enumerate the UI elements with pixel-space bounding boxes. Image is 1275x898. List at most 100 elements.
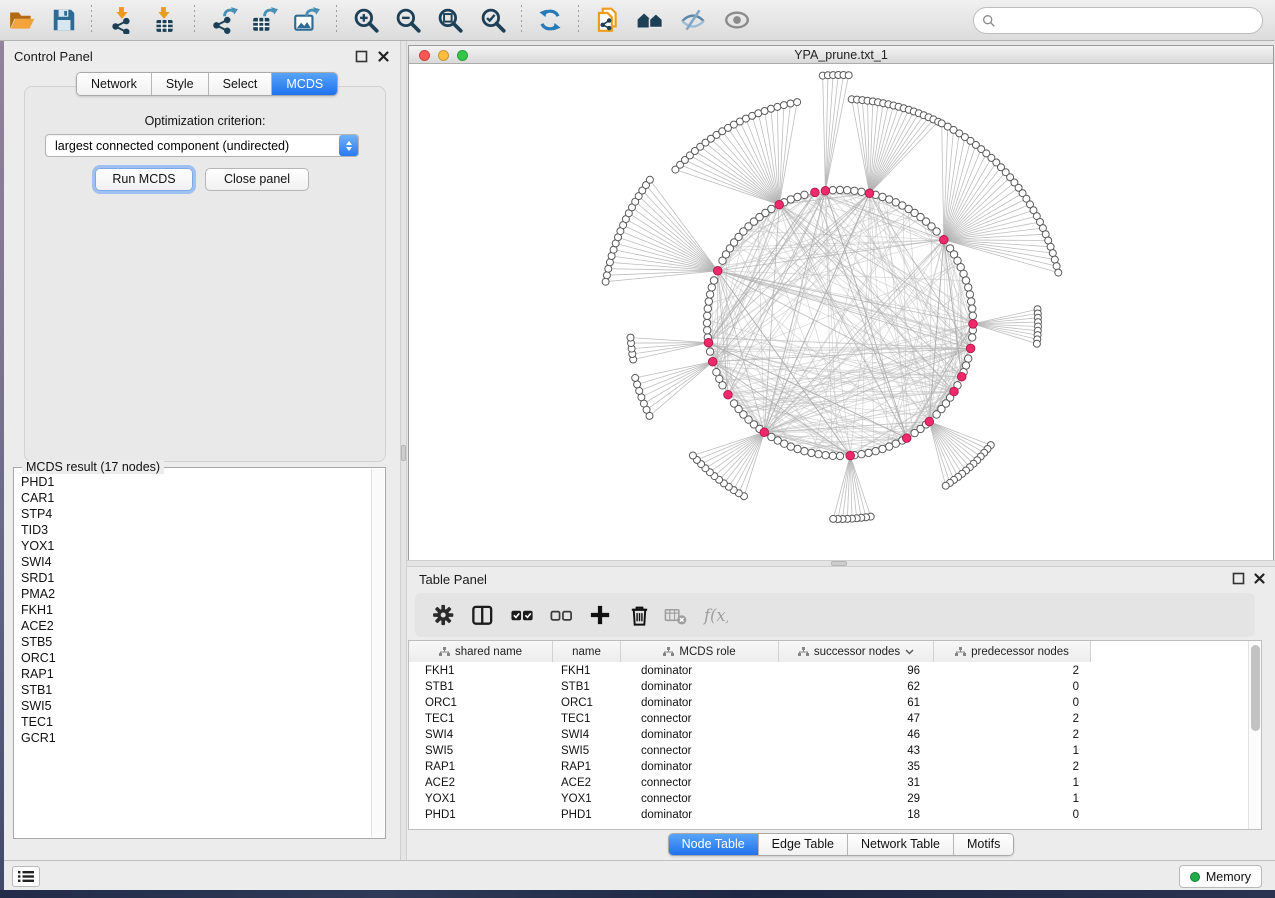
- svg-text:f(x): f(x): [703, 606, 728, 625]
- mcds-result-item[interactable]: SWI4: [21, 554, 371, 570]
- float-panel-icon[interactable]: [1232, 572, 1245, 585]
- deselect-all-rows-icon[interactable]: [549, 603, 574, 628]
- mcds-result-item[interactable]: SRD1: [21, 570, 371, 586]
- table-cell: 31: [779, 775, 934, 791]
- network-window: YPA_prune.txt_1: [408, 45, 1274, 560]
- table-cell: 0: [934, 695, 1091, 711]
- column-header-MCDS-role[interactable]: MCDS role: [621, 641, 779, 662]
- table-row[interactable]: ORC1ORC1dominator610: [409, 695, 1248, 711]
- mcds-result-list[interactable]: PHD1CAR1STP4TID3YOX1SWI4SRD1PMA2FKH1ACE2…: [15, 474, 371, 837]
- tab-motifs[interactable]: Motifs: [954, 834, 1013, 855]
- table-cell: RAP1: [553, 759, 621, 775]
- toolbar-separator: [336, 5, 337, 35]
- desktop-edge-bottom: [0, 890, 1275, 898]
- mcds-result-scrollbar[interactable]: [371, 469, 384, 837]
- table-row[interactable]: FKH1FKH1dominator962: [409, 663, 1248, 679]
- mcds-result-box: MCDS result (17 nodes) PHD1CAR1STP4TID3Y…: [13, 467, 386, 839]
- table-scrollbar[interactable]: [1248, 641, 1261, 829]
- table-row[interactable]: SWI5SWI5connector431: [409, 743, 1248, 759]
- split-grip[interactable]: [831, 561, 847, 566]
- table-row[interactable]: RAP1RAP1dominator352: [409, 759, 1248, 775]
- column-header-shared-name[interactable]: shared name: [409, 641, 553, 662]
- mcds-result-item[interactable]: YOX1: [21, 538, 371, 554]
- run-mcds-button[interactable]: Run MCDS: [95, 168, 193, 191]
- task-history-button[interactable]: [12, 866, 40, 887]
- tab-network-table[interactable]: Network Table: [848, 834, 954, 855]
- column-visibility-icon[interactable]: [470, 603, 495, 628]
- table-row[interactable]: PHD1PHD1dominator180: [409, 807, 1248, 823]
- home-view-icon[interactable]: [636, 6, 664, 34]
- mcds-result-item[interactable]: RAP1: [21, 666, 371, 682]
- import-network-icon[interactable]: [108, 6, 136, 34]
- table-row[interactable]: ACE2ACE2connector311: [409, 775, 1248, 791]
- add-column-icon[interactable]: [588, 603, 613, 628]
- save-session-icon[interactable]: [50, 6, 78, 34]
- search-field[interactable]: [973, 7, 1263, 34]
- hide-details-icon[interactable]: [679, 6, 707, 34]
- column-header-successor-nodes[interactable]: successor nodes: [779, 641, 934, 662]
- cytoscape-window: Control Panel NetworkStyleSelectMCDS Opt…: [0, 0, 1275, 890]
- mcds-result-item[interactable]: ACE2: [21, 618, 371, 634]
- mcds-result-item[interactable]: SWI5: [21, 698, 371, 714]
- table-body[interactable]: FKH1FKH1dominator962STB1STB1dominator620…: [409, 663, 1248, 829]
- table-cell: connector: [621, 775, 779, 791]
- mcds-result-item[interactable]: ORC1: [21, 650, 371, 666]
- table-settings-gear-icon[interactable]: [431, 603, 456, 628]
- table-cell: SWI4: [553, 727, 621, 743]
- mcds-result-item[interactable]: STB5: [21, 634, 371, 650]
- close-panel-icon[interactable]: [377, 50, 390, 63]
- tab-edge-table[interactable]: Edge Table: [759, 834, 848, 855]
- column-label: MCDS role: [679, 646, 735, 658]
- memory-button[interactable]: Memory: [1179, 865, 1262, 888]
- refresh-icon[interactable]: [536, 6, 564, 34]
- zoom-fit-icon[interactable]: [436, 6, 464, 34]
- table-row[interactable]: SWI4SWI4dominator462: [409, 727, 1248, 743]
- table-cell: STB1: [409, 679, 553, 695]
- table-row[interactable]: TEC1TEC1connector472: [409, 711, 1248, 727]
- network-graph[interactable]: [409, 65, 1273, 559]
- delete-column-icon[interactable]: [627, 603, 652, 628]
- close-panel-button[interactable]: Close panel: [205, 168, 309, 191]
- tab-node-table[interactable]: Node Table: [669, 834, 759, 855]
- zoom-in-icon[interactable]: [352, 6, 380, 34]
- vertical-split-divider[interactable]: [400, 41, 407, 860]
- select-all-rows-icon[interactable]: [510, 603, 535, 628]
- export-image-icon[interactable]: [292, 6, 320, 34]
- mcds-result-item[interactable]: TID3: [21, 522, 371, 538]
- show-details-icon[interactable]: [723, 6, 751, 34]
- export-table-icon[interactable]: [250, 6, 278, 34]
- column-header-name[interactable]: name: [553, 641, 621, 662]
- zoom-out-icon[interactable]: [394, 6, 422, 34]
- mcds-result-item[interactable]: PMA2: [21, 586, 371, 602]
- mcds-result-item[interactable]: PHD1: [21, 474, 371, 490]
- table-row[interactable]: STB1STB1dominator620: [409, 679, 1248, 695]
- mcds-result-item[interactable]: TEC1: [21, 714, 371, 730]
- tab-style[interactable]: Style: [152, 73, 209, 95]
- mcds-result-item[interactable]: FKH1: [21, 602, 371, 618]
- mcds-result-item[interactable]: STB1: [21, 682, 371, 698]
- table-row[interactable]: YOX1YOX1connector291: [409, 791, 1248, 807]
- tab-network[interactable]: Network: [77, 73, 152, 95]
- mcds-result-item[interactable]: STP4: [21, 506, 371, 522]
- tab-select[interactable]: Select: [209, 73, 273, 95]
- close-panel-icon[interactable]: [1253, 572, 1266, 585]
- scrollbar-thumb[interactable]: [1251, 645, 1260, 731]
- column-header-predecessor-nodes[interactable]: predecessor nodes: [934, 641, 1091, 662]
- split-grip[interactable]: [401, 445, 406, 461]
- table-cell: 0: [934, 679, 1091, 695]
- mcds-result-item[interactable]: GCR1: [21, 730, 371, 746]
- open-session-icon[interactable]: [8, 6, 36, 34]
- horizontal-split-divider[interactable]: [407, 560, 1275, 567]
- search-input[interactable]: [996, 11, 1262, 31]
- network-canvas[interactable]: [409, 65, 1273, 559]
- network-view-area: YPA_prune.txt_1: [407, 41, 1275, 560]
- mcds-result-item[interactable]: CAR1: [21, 490, 371, 506]
- export-network-icon[interactable]: [210, 6, 238, 34]
- copy-network-icon[interactable]: [593, 6, 621, 34]
- optimization-criterion-select[interactable]: largest connected component (undirected): [45, 134, 359, 157]
- import-table-icon[interactable]: [150, 6, 178, 34]
- float-panel-icon[interactable]: [355, 50, 368, 63]
- zoom-selected-icon[interactable]: [479, 6, 507, 34]
- table-cell: 1: [934, 743, 1091, 759]
- tab-mcds[interactable]: MCDS: [272, 73, 337, 95]
